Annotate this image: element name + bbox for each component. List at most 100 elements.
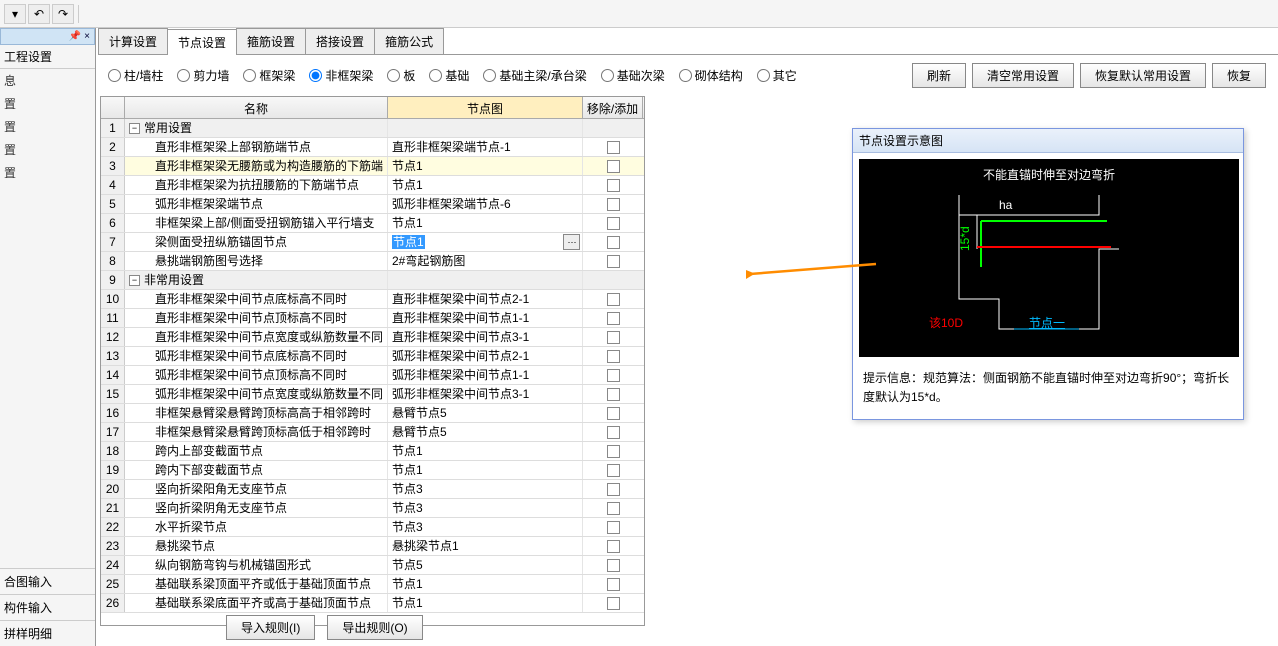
table-row[interactable]: 15弧形非框架梁中间节点宽度或纵筋数量不同弧形非框架梁中间节点3-1 [101,385,644,404]
add-remove-checkbox[interactable] [607,502,620,515]
col-action: 移除/添加 [583,97,643,118]
sidebar-foot-1[interactable]: 构件输入 [0,594,95,620]
separator [78,5,79,23]
sidebar-foot-0[interactable]: 合图输入 [0,568,95,594]
table-row[interactable]: 26基础联系梁底面平齐或高于基础顶面节点节点1 [101,594,644,613]
table-row[interactable]: 12直形非框架梁中间节点宽度或纵筋数量不同直形非框架梁中间节点3-1 [101,328,644,347]
add-remove-checkbox[interactable] [607,179,620,192]
refresh-button[interactable]: 刷新 [912,63,966,88]
ellipsis-button[interactable]: ⋯ [563,234,580,250]
col-number [101,97,125,118]
table-row[interactable]: 10直形非框架梁中间节点底标高不同时直形非框架梁中间节点2-1 [101,290,644,309]
tab-2[interactable]: 箍筋设置 [236,28,306,54]
table-row[interactable]: 16非框架悬臂梁悬臂跨顶标高高于相邻跨时悬臂节点5 [101,404,644,423]
add-remove-checkbox[interactable] [607,331,620,344]
add-remove-checkbox[interactable] [607,445,620,458]
add-remove-checkbox[interactable] [607,464,620,477]
tab-4[interactable]: 箍筋公式 [374,28,444,54]
table-row[interactable]: 6非框架梁上部/侧面受扭钢筋锚入平行墙支节点1 [101,214,644,233]
table-row[interactable]: 1−常用设置 [101,119,644,138]
add-remove-checkbox[interactable] [607,369,620,382]
sidebar-header: 📌 × [0,28,95,45]
radio-8[interactable]: 砌体结构 [679,67,743,84]
table-row[interactable]: 18跨内上部变截面节点节点1 [101,442,644,461]
radio-7[interactable]: 基础次梁 [601,67,665,84]
table-row[interactable]: 21竖向折梁阴角无支座节点节点3 [101,499,644,518]
diagram-image: 不能直锚时伸至对边弯折 ha 15*d 该10D 节点一 [859,159,1239,357]
add-remove-checkbox[interactable] [607,388,620,401]
sidebar-title: 工程设置 [0,45,95,69]
radio-1[interactable]: 剪力墙 [177,67,229,84]
table-row[interactable]: 23悬挑梁节点悬挑梁节点1 [101,537,644,556]
table-row[interactable]: 2直形非框架梁上部钢筋端节点直形非框架梁端节点-1 [101,138,644,157]
col-name: 名称 [125,97,388,118]
sidebar-foot-2[interactable]: 拼样明细 [0,620,95,646]
pin-icon[interactable]: 📌 × [69,31,90,42]
table-row[interactable]: 9−非常用设置 [101,271,644,290]
add-remove-checkbox[interactable] [607,217,620,230]
diagram-top-text: 不能直锚时伸至对边弯折 [983,167,1115,182]
table-row[interactable]: 17非框架悬臂梁悬臂跨顶标高低于相邻跨时悬臂节点5 [101,423,644,442]
tab-bar: 计算设置节点设置箍筋设置搭接设置箍筋公式 [98,28,1278,55]
svg-text:ha: ha [999,198,1013,212]
add-remove-checkbox[interactable] [607,407,620,420]
table-row[interactable]: 13弧形非框架梁中间节点底标高不同时弧形非框架梁中间节点2-1 [101,347,644,366]
add-remove-checkbox[interactable] [607,426,620,439]
restore-default-button[interactable]: 恢复默认常用设置 [1080,63,1206,88]
add-remove-checkbox[interactable] [607,483,620,496]
table-row[interactable]: 5弧形非框架梁端节点弧形非框架梁端节点-6 [101,195,644,214]
sidebar-item-2[interactable]: 置 [0,115,95,138]
redo-icon[interactable]: ↷ [52,4,74,24]
radio-9[interactable]: 其它 [757,67,797,84]
add-remove-checkbox[interactable] [607,350,620,363]
add-remove-checkbox[interactable] [607,160,620,173]
export-rules-button[interactable]: 导出规则(O) [327,615,422,640]
add-remove-checkbox[interactable] [607,141,620,154]
sidebar-item-4[interactable]: 置 [0,161,95,184]
clear-common-button[interactable]: 清空常用设置 [972,63,1074,88]
radio-2[interactable]: 框架梁 [243,67,295,84]
table-row[interactable]: 20竖向折梁阳角无支座节点节点3 [101,480,644,499]
table-row[interactable]: 24纵向钢筋弯钩与机械锚固形式节点5 [101,556,644,575]
table-row[interactable]: 8悬挑端钢筋图号选择2#弯起钢筋图 [101,252,644,271]
radio-5[interactable]: 基础 [429,67,469,84]
sidebar-item-0[interactable]: 息 [0,69,95,92]
add-remove-checkbox[interactable] [607,521,620,534]
import-rules-button[interactable]: 导入规则(I) [226,615,315,640]
table-row[interactable]: 4直形非框架梁为抗扭腰筋的下筋端节点节点1 [101,176,644,195]
radio-3[interactable]: 非框架梁 [309,67,373,84]
add-remove-checkbox[interactable] [607,578,620,591]
add-remove-checkbox[interactable] [607,559,620,572]
diagram-preview-panel: 节点设置示意图 不能直锚时伸至对边弯折 ha 15*d 该10D 节点一 [852,128,1244,420]
svg-text:15*d: 15*d [958,226,972,251]
table-row[interactable]: 14弧形非框架梁中间节点顶标高不同时弧形非框架梁中间节点1-1 [101,366,644,385]
add-remove-checkbox[interactable] [607,198,620,211]
save-icon[interactable]: ▾ [4,4,26,24]
table-row[interactable]: 22水平折梁节点节点3 [101,518,644,537]
undo-icon[interactable]: ↶ [28,4,50,24]
table-row[interactable]: 3直形非框架梁无腰筋或为构造腰筋的下筋端节点1 [101,157,644,176]
add-remove-checkbox[interactable] [607,293,620,306]
sidebar: 📌 × 工程设置 息置置置置 合图输入构件输入拼样明细 [0,28,96,646]
table-row[interactable]: 11直形非框架梁中间节点顶标高不同时直形非框架梁中间节点1-1 [101,309,644,328]
radio-4[interactable]: 板 [387,67,415,84]
radio-0[interactable]: 柱/墙柱 [108,67,163,84]
add-remove-checkbox[interactable] [607,255,620,268]
table-row[interactable]: 19跨内下部变截面节点节点1 [101,461,644,480]
add-remove-checkbox[interactable] [607,597,620,610]
collapse-icon[interactable]: − [129,275,140,286]
tab-3[interactable]: 搭接设置 [305,28,375,54]
table-row[interactable]: 25基础联系梁顶面平齐或低于基础顶面节点节点1 [101,575,644,594]
add-remove-checkbox[interactable] [607,236,620,249]
tab-0[interactable]: 计算设置 [98,28,168,54]
svg-text:该10D: 该10D [929,316,963,330]
collapse-icon[interactable]: − [129,123,140,134]
add-remove-checkbox[interactable] [607,540,620,553]
restore-button[interactable]: 恢复 [1212,63,1266,88]
sidebar-item-3[interactable]: 置 [0,138,95,161]
add-remove-checkbox[interactable] [607,312,620,325]
radio-6[interactable]: 基础主梁/承台梁 [483,67,586,84]
sidebar-item-1[interactable]: 置 [0,92,95,115]
table-row[interactable]: 7梁侧面受扭纵筋锚固节点节点1⋯ [101,233,644,252]
tab-1[interactable]: 节点设置 [167,29,237,55]
